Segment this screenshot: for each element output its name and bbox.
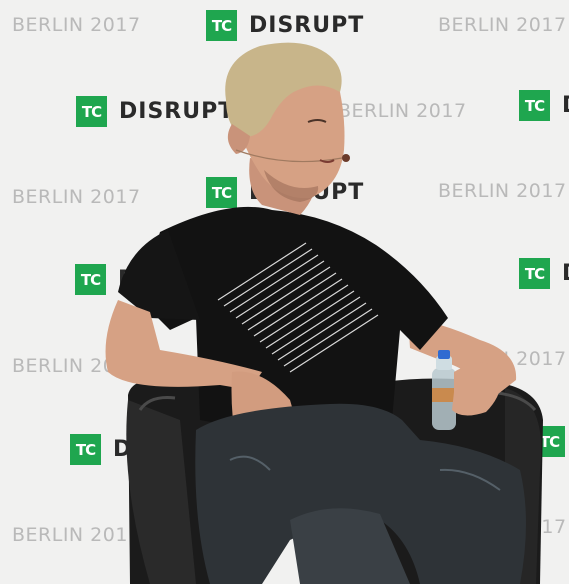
speaker-scene bbox=[105, 42, 543, 584]
headset-mic bbox=[342, 154, 350, 162]
speaker-head bbox=[225, 42, 350, 215]
stage-photo: BERLIN 2017 TC DISRUPT BERLIN 2017 TC DI… bbox=[0, 0, 569, 584]
